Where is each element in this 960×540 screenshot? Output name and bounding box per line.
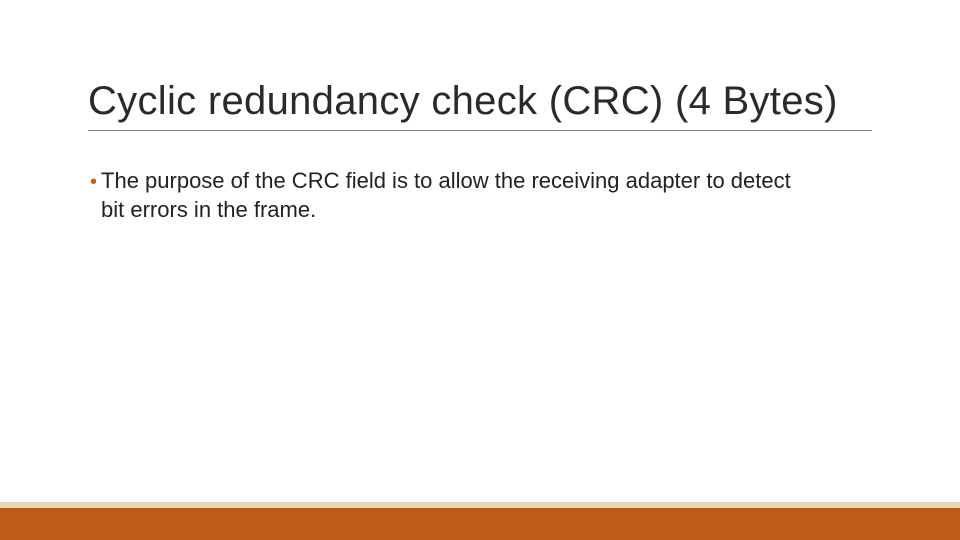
bullet-item: • The purpose of the CRC field is to all… xyxy=(90,167,872,224)
footer-bar xyxy=(0,508,960,540)
bullet-marker-icon: • xyxy=(90,169,97,195)
slide-body: • The purpose of the CRC field is to all… xyxy=(88,167,872,224)
bullet-text: The purpose of the CRC field is to allow… xyxy=(101,167,801,224)
slide-title: Cyclic redundancy check (CRC) (4 Bytes) xyxy=(88,78,872,131)
slide: Cyclic redundancy check (CRC) (4 Bytes) … xyxy=(0,0,960,540)
